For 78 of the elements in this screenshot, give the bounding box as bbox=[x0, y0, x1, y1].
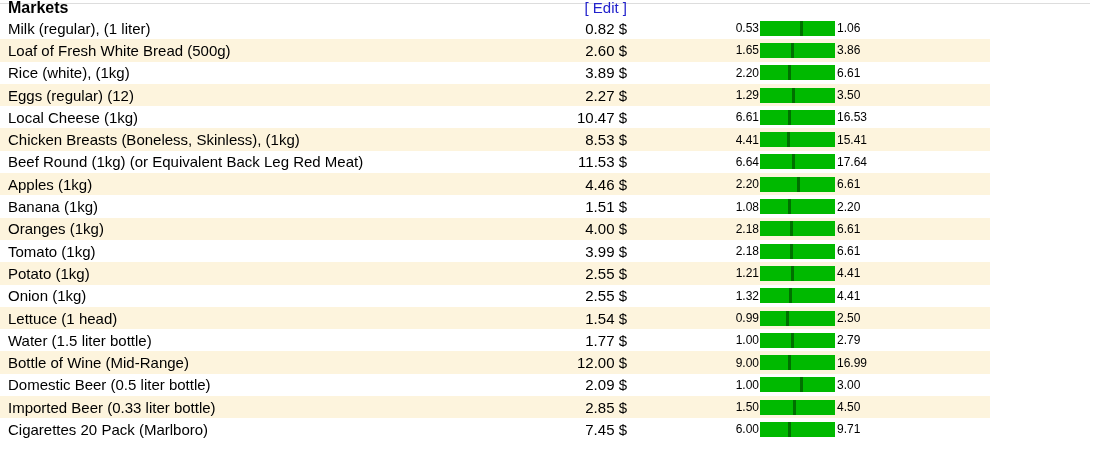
range-min: 2.18 bbox=[734, 244, 760, 259]
item-name: Tomato (1kg) bbox=[7, 242, 97, 260]
range-min: 1.08 bbox=[734, 199, 760, 214]
range-max: 6.61 bbox=[836, 177, 861, 192]
range-min: 4.41 bbox=[734, 132, 760, 147]
range-min: 1.50 bbox=[734, 400, 760, 415]
range-min: 0.99 bbox=[734, 311, 760, 325]
item-name: Loaf of Fresh White Bread (500g) bbox=[7, 41, 232, 59]
range-min: 2.18 bbox=[734, 221, 760, 236]
range-min: 2.20 bbox=[734, 177, 760, 192]
item-name: Rice (white), (1kg) bbox=[7, 64, 131, 82]
item-price: 2.55 $ bbox=[584, 287, 627, 305]
range-max: 16.53 bbox=[836, 110, 868, 125]
range-max: 16.99 bbox=[836, 355, 868, 370]
range-max: 1.06 bbox=[836, 21, 861, 36]
range-min: 6.00 bbox=[734, 422, 760, 437]
item-price: 10.47 $ bbox=[575, 108, 627, 126]
range-max: 4.41 bbox=[836, 266, 861, 281]
range-min: 1.29 bbox=[734, 88, 760, 103]
range-max: 15.41 bbox=[836, 132, 868, 147]
item-price: 8.53 $ bbox=[584, 131, 627, 149]
range-max: 3.86 bbox=[836, 43, 861, 58]
range-max: 3.00 bbox=[836, 377, 861, 392]
range-max: 17.64 bbox=[836, 154, 868, 169]
item-name: Local Cheese (1kg) bbox=[7, 108, 140, 126]
item-name: Milk (regular), (1 liter) bbox=[7, 19, 152, 37]
range-max: 2.79 bbox=[836, 333, 861, 348]
item-price: 2.60 $ bbox=[584, 41, 627, 59]
item-name: Onion (1kg) bbox=[7, 287, 88, 305]
edit-link[interactable]: [ Edit ] bbox=[584, 1, 627, 15]
item-name: Banana (1kg) bbox=[7, 198, 100, 215]
item-price: 3.99 $ bbox=[584, 242, 627, 260]
item-price: 12.00 $ bbox=[575, 354, 627, 372]
item-name: Bottle of Wine (Mid-Range) bbox=[7, 354, 190, 372]
range-max: 9.71 bbox=[836, 422, 861, 437]
range-min: 0.53 bbox=[734, 21, 760, 36]
range-min: 1.21 bbox=[734, 266, 760, 281]
item-name: Oranges (1kg) bbox=[7, 220, 105, 238]
item-price: 2.27 $ bbox=[584, 86, 627, 104]
section-title: Markets bbox=[7, 1, 70, 15]
item-name: Beef Round (1kg) (or Equivalent Back Leg Red Meat) bbox=[7, 153, 365, 171]
item-name: Potato (1kg) bbox=[7, 264, 91, 282]
range-min: 1.32 bbox=[734, 288, 760, 303]
range-min: 1.65 bbox=[734, 43, 760, 58]
item-price: 3.89 $ bbox=[584, 64, 627, 82]
item-price: 2.85 $ bbox=[584, 398, 627, 416]
range-max: 2.20 bbox=[836, 199, 861, 214]
item-price: 7.45 $ bbox=[584, 421, 627, 438]
item-price: 11.53 $ bbox=[577, 153, 627, 171]
item-name: Water (1.5 liter bottle) bbox=[7, 331, 153, 349]
item-name: Imported Beer (0.33 liter bottle) bbox=[7, 398, 217, 416]
item-name: Apples (1kg) bbox=[7, 175, 94, 193]
item-price: 1.54 $ bbox=[584, 309, 627, 327]
range-min: 6.61 bbox=[734, 110, 760, 125]
range-min: 2.20 bbox=[734, 65, 760, 80]
item-price: 4.00 $ bbox=[584, 220, 627, 238]
item-name: Lettuce (1 head) bbox=[7, 309, 119, 327]
range-min: 1.00 bbox=[734, 333, 760, 348]
range-max: 6.61 bbox=[836, 221, 861, 236]
range-max: 6.61 bbox=[836, 244, 861, 259]
item-price: 0.82 $ bbox=[584, 19, 627, 37]
item-price: 2.09 $ bbox=[584, 376, 627, 394]
item-price: 4.46 $ bbox=[584, 175, 627, 193]
range-max: 4.50 bbox=[836, 400, 861, 415]
item-price: 1.51 $ bbox=[584, 198, 627, 215]
item-name: Domestic Beer (0.5 liter bottle) bbox=[7, 376, 212, 394]
item-name: Eggs (regular) (12) bbox=[7, 86, 135, 104]
range-min: 9.00 bbox=[734, 355, 760, 370]
range-max: 2.50 bbox=[836, 311, 861, 325]
item-price: 1.77 $ bbox=[584, 331, 627, 349]
range-min: 6.64 bbox=[734, 154, 760, 169]
range-min: 1.00 bbox=[734, 377, 760, 392]
range-max: 4.41 bbox=[836, 288, 861, 303]
item-name: Cigarettes 20 Pack (Marlboro) bbox=[7, 421, 210, 438]
item-price: 2.55 $ bbox=[584, 264, 627, 282]
item-name: Chicken Breasts (Boneless, Skinless), (1kg) bbox=[7, 131, 301, 149]
range-max: 3.50 bbox=[836, 88, 861, 103]
range-max: 6.61 bbox=[836, 65, 861, 80]
